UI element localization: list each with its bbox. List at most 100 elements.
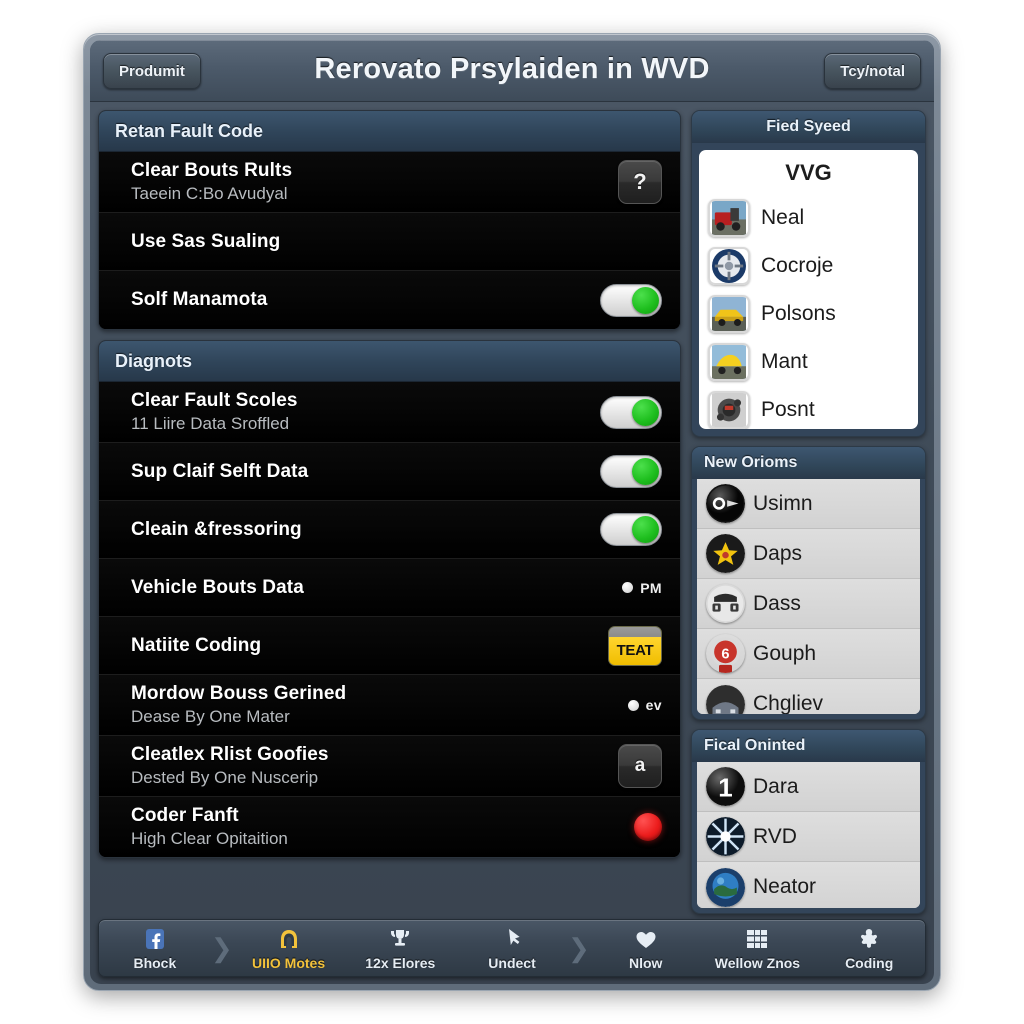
nav-item-label: 12x Elores: [365, 954, 436, 971]
row-text: Solf Manamota: [131, 289, 598, 311]
person-icon: [857, 926, 881, 953]
toggle-knob: [632, 398, 659, 426]
help-button[interactable]: ?: [618, 160, 662, 204]
info-button[interactable]: a: [618, 744, 662, 788]
panel-fault-code: Retan Fault Code Clear Bouts Rults Taeein …: [98, 110, 681, 330]
side-panel-header: Fical Oninted: [692, 730, 925, 762]
nav-item-label: Wellow Znos: [714, 954, 801, 971]
status-dot: [622, 582, 634, 593]
row-text: Clear Fault Scoles 11 Liire Data Sroffled: [131, 390, 598, 434]
row-subtitle: 11 Liire Data Sroffled: [131, 414, 290, 433]
list-item[interactable]: RVD: [697, 812, 920, 862]
list-item[interactable]: 6 Gouph: [697, 629, 920, 679]
list-item[interactable]: Chgliev: [697, 679, 920, 714]
settings-row[interactable]: Cleain &fressoring: [99, 501, 680, 559]
row-title: Clear Fault Scoles: [131, 390, 298, 411]
toggle-knob: [632, 286, 659, 314]
settings-row[interactable]: Solf Manamota: [99, 271, 680, 329]
row-title: Cleain &fressoring: [131, 518, 302, 540]
row-subtitle: High Clear Opitaition: [131, 829, 288, 848]
engine-thumbnail: [708, 391, 750, 429]
row-control-area: [598, 513, 662, 546]
settings-row[interactable]: Mordow Bouss Gerined Dease By One Mater ev: [99, 675, 680, 736]
sports-car-thumbnail: [708, 295, 750, 333]
trophy-icon: [388, 926, 412, 953]
list-item-label: Chgliev: [753, 692, 824, 714]
wheel-badge-thumbnail: [708, 247, 750, 285]
row-control-area: [598, 813, 662, 841]
row-title: Coder Fanft: [131, 805, 239, 826]
nav-item-12x-elores[interactable]: 12x Elores: [344, 920, 456, 976]
list-item[interactable]: Posnt: [699, 386, 918, 429]
facebook-icon: [143, 926, 167, 953]
status-label: ev: [645, 697, 662, 713]
toggle-switch[interactable]: [600, 395, 662, 429]
row-title: Sup Claif Selft Data: [131, 460, 309, 482]
truck-thumbnail: [708, 199, 750, 237]
side-panel-1: Fied Syeed VVG Neal Cocroje Polsons Mant Posnt: [691, 110, 926, 437]
settings-row[interactable]: Use Sas Sualing: [99, 213, 680, 271]
row-text: Use Sas Sualing: [131, 231, 598, 253]
gray-list: Usimn Daps Dass 6 Gouph Chgliev: [697, 479, 920, 714]
svg-text:1: 1: [718, 772, 732, 802]
toggle-switch[interactable]: [600, 455, 662, 488]
starburst-icon: [706, 817, 745, 856]
row-title: Mordow Bouss Gerined: [131, 683, 347, 704]
settings-row[interactable]: Cleatlex Rlist Goofies Dested By One Nusc…: [99, 736, 680, 797]
list-item[interactable]: Cocroje: [699, 242, 918, 290]
left-column: Retan Fault Code Clear Bouts Rults Taeein …: [98, 110, 681, 914]
list-item[interactable]: Usimn: [697, 479, 920, 529]
list-item-label: Neator: [753, 875, 817, 898]
tcy-notal-button[interactable]: Tcy/notal: [824, 53, 921, 89]
list-item[interactable]: Neal: [699, 194, 918, 242]
row-control-area: a: [598, 744, 662, 788]
row-title: Use Sas Sualing: [131, 230, 281, 252]
panel-header: Diagnots: [99, 341, 680, 382]
settings-row[interactable]: Clear Fault Scoles 11 Liire Data Sroffled: [99, 382, 680, 443]
nav-item-wellow-znos[interactable]: Wellow Znos: [702, 920, 814, 976]
toggle-switch[interactable]: [600, 283, 662, 317]
settings-row[interactable]: Sup Claif Selft Data: [99, 443, 680, 501]
list-item[interactable]: Mant: [699, 338, 918, 386]
settings-row[interactable]: Vehicle Bouts Data PM: [99, 559, 680, 617]
nav-item-label: Bhock: [133, 954, 177, 971]
nav-item-undect[interactable]: Undect: [456, 920, 568, 976]
nav-item-uiio-motes[interactable]: UIIO Motes: [233, 920, 345, 976]
list-item[interactable]: Neator: [697, 862, 920, 908]
list-item-label: Mant: [761, 350, 808, 373]
grid-icon: [745, 926, 769, 953]
yellow-star-icon: [706, 534, 745, 573]
status-indicator: ev: [627, 697, 662, 713]
row-title: Clear Bouts Rults: [131, 160, 293, 181]
plate-badge[interactable]: TEAT: [608, 625, 662, 666]
list-item-label: Cocroje: [761, 254, 834, 277]
car-front-icon: [706, 684, 745, 714]
settings-row[interactable]: Coder Fanft High Clear Opitaition: [99, 797, 680, 857]
toggle-knob: [632, 458, 659, 485]
row-text: Mordow Bouss Gerined Dease By One Mater: [131, 683, 598, 727]
row-title: Cleatlex Rlist Goofies: [131, 744, 329, 765]
list-item-label: Polsons: [761, 302, 836, 325]
toggle-switch[interactable]: [600, 513, 662, 546]
list-item[interactable]: Dass: [697, 579, 920, 629]
list-item-label: Daps: [753, 541, 803, 565]
settings-row[interactable]: Clear Bouts Rults Taeein C:Bo Avudyal?: [99, 152, 680, 213]
list-item-label: Usimn: [753, 491, 813, 515]
row-control-area: ?: [598, 160, 662, 204]
nav-item-bhock[interactable]: Bhock: [99, 920, 211, 976]
gray-list: 1 Dara RVD Neator: [697, 762, 920, 908]
svg-text:6: 6: [721, 646, 729, 662]
list-item[interactable]: Polsons: [699, 290, 918, 338]
list-item[interactable]: Daps: [697, 529, 920, 579]
nav-item-coding[interactable]: Coding: [813, 920, 925, 976]
status-dot: [627, 699, 639, 711]
settings-row[interactable]: Natiite Coding TEAT: [99, 617, 680, 675]
nav-item-nlow[interactable]: Nlow: [590, 920, 702, 976]
list-item[interactable]: 1 Dara: [697, 762, 920, 812]
globe-icon: [706, 867, 745, 907]
toggle-knob: [632, 516, 659, 543]
white-list-title: VVG: [785, 160, 832, 185]
row-title: Vehicle Bouts Data: [131, 576, 304, 598]
nav-item-label: Undect: [488, 954, 536, 971]
list-item-label: Dara: [753, 774, 799, 798]
